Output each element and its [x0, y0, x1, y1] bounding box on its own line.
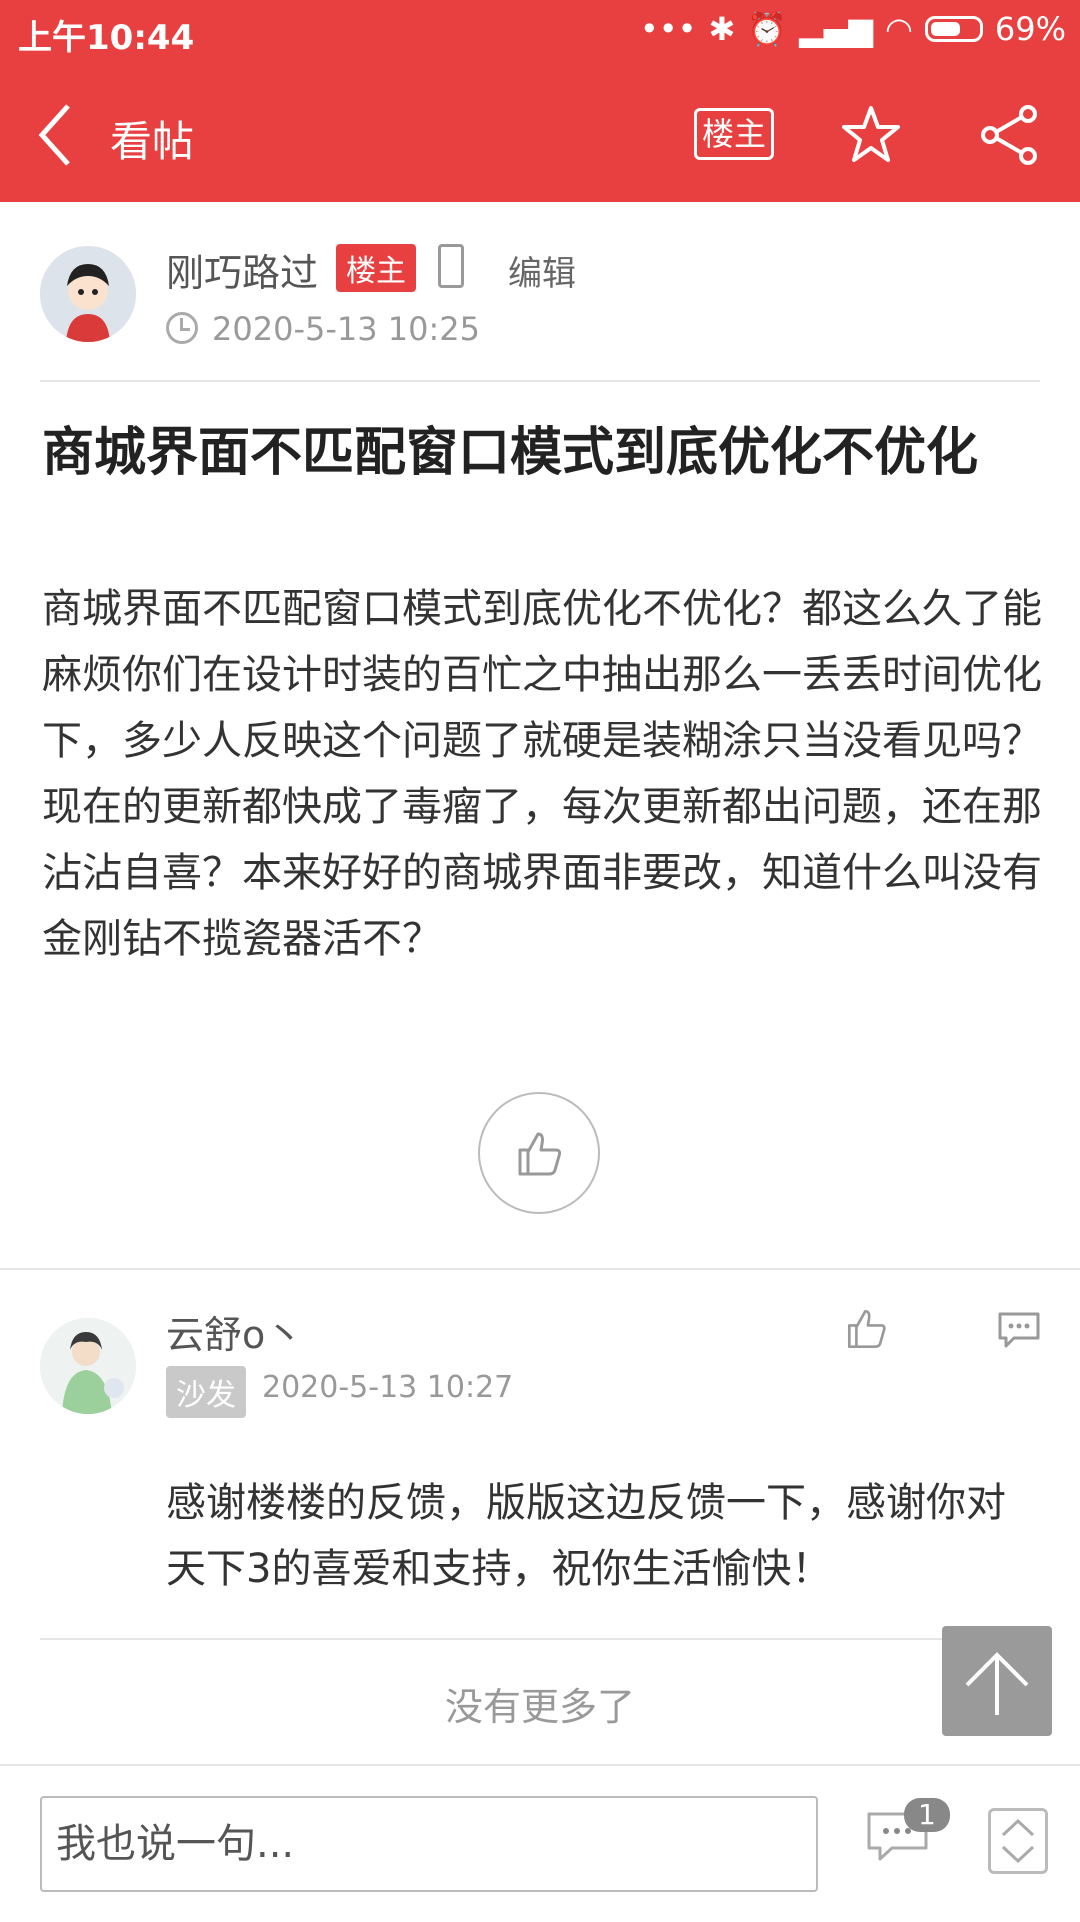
arrow-up-icon: [965, 1652, 1029, 1715]
page-nav-icon: [1001, 1818, 1035, 1864]
thumbs-up-icon: [518, 1132, 562, 1176]
share-icon[interactable]: [978, 104, 1040, 166]
edit-button[interactable]: 编辑: [508, 246, 576, 295]
status-bar: 上午10:44 ••• ✱ ⏰ ▂▄▆ ◠ 69%: [0, 0, 1080, 66]
bottom-bar: 我也说一句... 1: [0, 1764, 1080, 1922]
status-time: 上午10:44: [18, 18, 195, 58]
owner-filter-button[interactable]: 楼主: [694, 108, 774, 160]
page-title: 看帖: [110, 117, 195, 166]
nav-bar: 看帖 楼主: [0, 66, 1080, 202]
no-more-text: 没有更多了: [444, 1685, 635, 1729]
post-time: 2020-5-13 10:25: [212, 310, 480, 348]
more-dots-icon: •••: [639, 10, 697, 48]
reply-author-name[interactable]: 云舒o丶: [166, 1304, 303, 1359]
comment-count-badge: 1: [904, 1798, 950, 1832]
star-icon[interactable]: [840, 104, 902, 166]
author-name[interactable]: 刚巧路过: [166, 242, 318, 297]
signal-icon: ▂▄▆: [799, 10, 873, 48]
battery-percent: 69%: [994, 10, 1066, 48]
post-title: 商城界面不匹配窗口模式到底优化不优化: [42, 423, 979, 483]
scroll-to-top-button[interactable]: [942, 1626, 1052, 1736]
clock-icon: [166, 312, 198, 344]
battery-icon: [924, 16, 983, 42]
divider: [40, 380, 1040, 382]
status-icons: ••• ✱ ⏰ ▂▄▆ ◠ 69%: [640, 10, 1066, 48]
like-post-button[interactable]: [478, 1092, 600, 1214]
page-nav-button[interactable]: [988, 1808, 1048, 1874]
post-body: 商城界面不匹配窗口模式到底优化不优化？都这么久了能麻烦你们在设计时装的百忙之中抽…: [42, 586, 1042, 962]
back-arrow-icon[interactable]: [30, 100, 90, 170]
divider: [40, 1638, 1040, 1640]
reply-input[interactable]: 我也说一句...: [40, 1796, 818, 1892]
bluetooth-icon: ✱: [708, 10, 736, 48]
top-bar: 上午10:44 ••• ✱ ⏰ ▂▄▆ ◠ 69% 看帖 楼主: [0, 0, 1080, 202]
avatar[interactable]: [40, 246, 136, 342]
alarm-icon: ⏰: [747, 10, 788, 48]
reply-time: 2020-5-13 10:27: [262, 1370, 514, 1405]
thumbs-up-icon[interactable]: [844, 1306, 890, 1352]
floor-badge: 沙发: [166, 1366, 246, 1418]
post-author-header: 刚巧路过 楼主 编辑 2020-5-13 10:25: [0, 202, 1080, 382]
owner-badge: 楼主: [336, 244, 416, 292]
phone-icon: [438, 244, 464, 288]
reply-body: 感谢楼楼的反馈，版版这边反馈一下，感谢你对天下3的喜爱和支持，祝你生活愉快！: [166, 1480, 1006, 1592]
comment-icon[interactable]: [996, 1310, 1042, 1350]
wifi-icon: ◠: [884, 10, 913, 48]
section-divider: [0, 1268, 1080, 1270]
reply-avatar[interactable]: [40, 1318, 136, 1414]
